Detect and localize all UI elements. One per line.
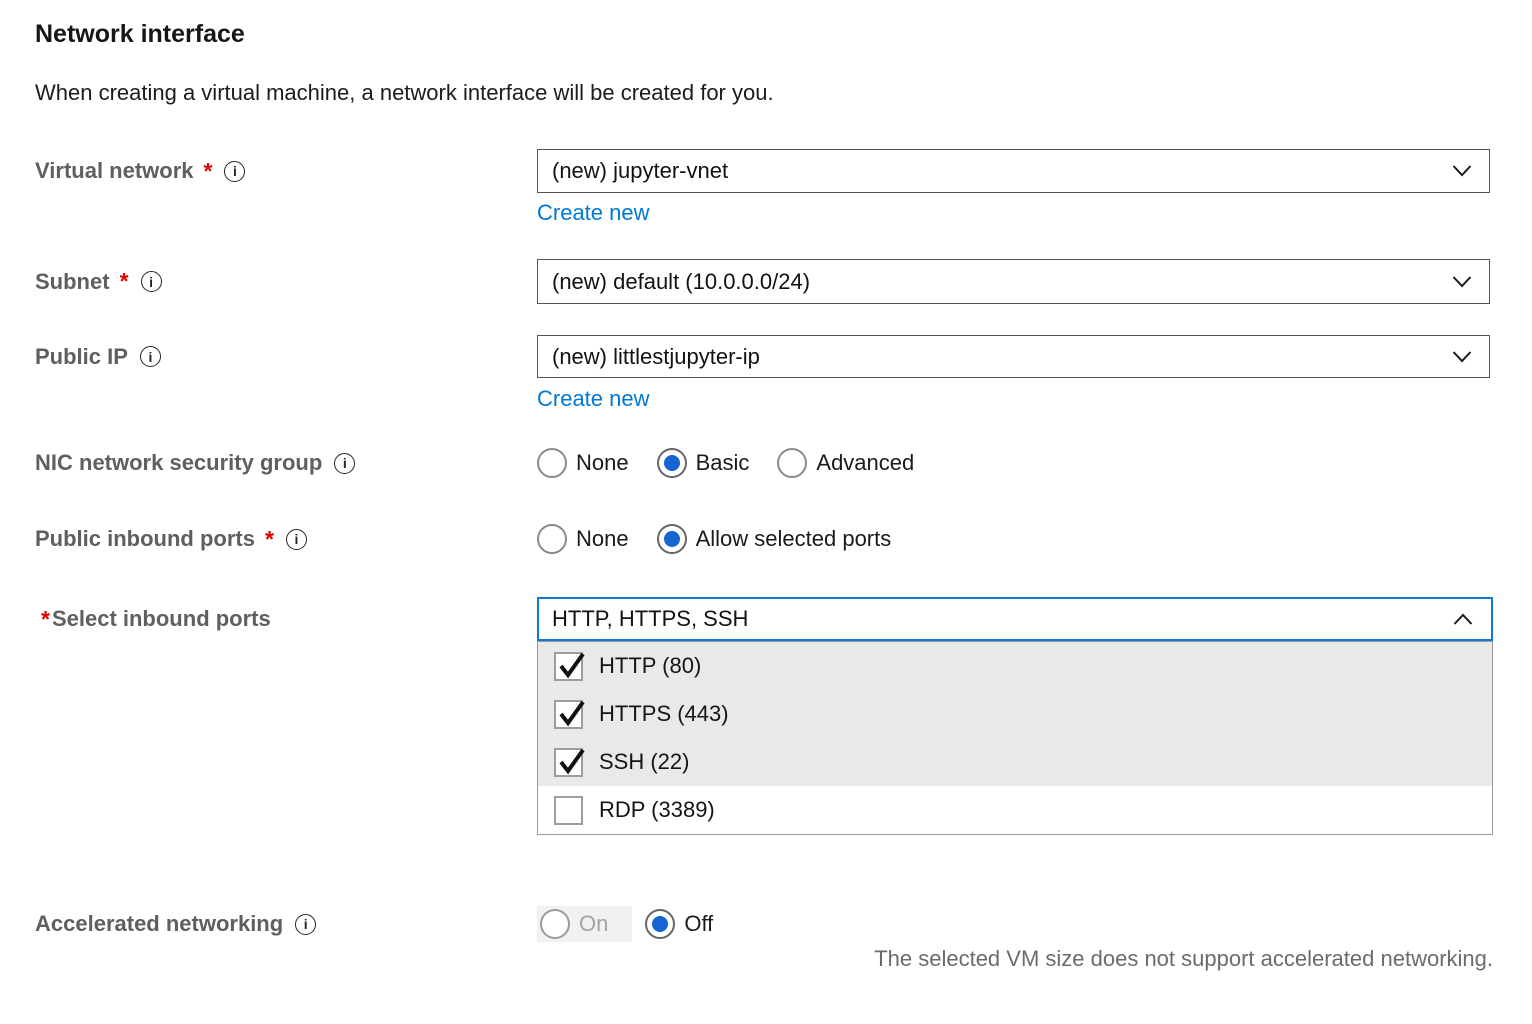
accelerated-networking-option-off[interactable]: Off <box>642 906 716 942</box>
public-ip-label: Public IP <box>35 344 128 370</box>
required-marker: * <box>120 268 129 295</box>
radio-circle <box>537 524 567 554</box>
accelerated-networking-note: The selected VM size does not support ac… <box>537 946 1493 972</box>
check-icon <box>557 649 587 681</box>
virtual-network-create-new-link[interactable]: Create new <box>537 200 650 226</box>
radio-circle <box>657 524 687 554</box>
chevron-down-icon <box>1452 350 1472 363</box>
accelerated-networking-option-on[interactable]: On <box>537 906 632 942</box>
required-marker: * <box>41 606 50 633</box>
chevron-down-icon <box>1452 165 1472 178</box>
check-icon <box>557 745 587 777</box>
public-inbound-ports-label-row: Public inbound ports * <box>35 522 307 556</box>
public-ip-label-row: Public IP <box>35 335 161 378</box>
public-ip-create-new-link[interactable]: Create new <box>537 386 650 412</box>
checkbox <box>554 652 583 681</box>
subnet-value: (new) default (10.0.0.0/24) <box>552 269 810 295</box>
subnet-select[interactable]: (new) default (10.0.0.0/24) <box>537 259 1490 304</box>
chevron-down-icon <box>1452 275 1472 288</box>
radio-circle <box>657 448 687 478</box>
checkbox <box>554 700 583 729</box>
nic-nsg-label: NIC network security group <box>35 450 322 476</box>
radio-circle <box>645 909 675 939</box>
info-icon[interactable] <box>141 271 162 292</box>
virtual-network-select[interactable]: (new) jupyter-vnet <box>537 149 1490 193</box>
nic-nsg-label-row: NIC network security group <box>35 446 355 480</box>
nic-nsg-option-none[interactable]: None <box>537 448 629 478</box>
subnet-label: Subnet <box>35 269 110 295</box>
network-interface-panel: Network interface When creating a virtua… <box>0 0 1532 1024</box>
info-icon[interactable] <box>286 529 307 550</box>
checkbox <box>554 796 583 825</box>
select-inbound-ports-combobox[interactable]: HTTP, HTTPS, SSH <box>537 597 1493 641</box>
virtual-network-label: Virtual network <box>35 158 194 184</box>
required-marker: * <box>204 158 213 185</box>
port-option-rdp[interactable]: RDP (3389) <box>538 786 1492 834</box>
public-inbound-ports-radio-group: None Allow selected ports <box>537 522 891 556</box>
nic-nsg-option-advanced[interactable]: Advanced <box>777 448 914 478</box>
public-inbound-ports-label: Public inbound ports <box>35 526 255 552</box>
inbound-ports-dropdown-list: HTTP (80) HTTPS (443) SSH (22) RDP (3389… <box>537 641 1493 835</box>
checkbox <box>554 748 583 777</box>
info-icon[interactable] <box>140 346 161 367</box>
port-option-ssh[interactable]: SSH (22) <box>538 738 1492 786</box>
section-title: Network interface <box>35 20 245 49</box>
info-icon[interactable] <box>224 161 245 182</box>
info-icon[interactable] <box>334 453 355 474</box>
public-inbound-ports-option-allow[interactable]: Allow selected ports <box>657 524 892 554</box>
nic-nsg-option-basic[interactable]: Basic <box>657 448 750 478</box>
nic-nsg-radio-group: None Basic Advanced <box>537 446 914 480</box>
accelerated-networking-toggle: On Off <box>537 905 716 943</box>
virtual-network-label-row: Virtual network * <box>35 149 245 193</box>
required-marker: * <box>265 526 274 553</box>
info-icon[interactable] <box>295 914 316 935</box>
select-inbound-ports-label: Select inbound ports <box>52 606 271 632</box>
chevron-up-icon <box>1453 613 1473 626</box>
radio-circle <box>537 448 567 478</box>
check-icon <box>557 697 587 729</box>
accelerated-networking-label: Accelerated networking <box>35 911 283 937</box>
public-inbound-ports-option-none[interactable]: None <box>537 524 629 554</box>
section-description: When creating a virtual machine, a netwo… <box>35 80 774 106</box>
select-inbound-ports-value: HTTP, HTTPS, SSH <box>552 606 748 632</box>
public-ip-select[interactable]: (new) littlestjupyter-ip <box>537 335 1490 378</box>
port-option-https[interactable]: HTTPS (443) <box>538 690 1492 738</box>
subnet-label-row: Subnet * <box>35 259 162 304</box>
radio-circle <box>777 448 807 478</box>
select-inbound-ports-label-row: * Select inbound ports <box>41 597 271 641</box>
radio-circle <box>540 909 570 939</box>
virtual-network-value: (new) jupyter-vnet <box>552 158 728 184</box>
accelerated-networking-label-row: Accelerated networking <box>35 905 316 943</box>
port-option-http[interactable]: HTTP (80) <box>538 642 1492 690</box>
public-ip-value: (new) littlestjupyter-ip <box>552 344 760 370</box>
